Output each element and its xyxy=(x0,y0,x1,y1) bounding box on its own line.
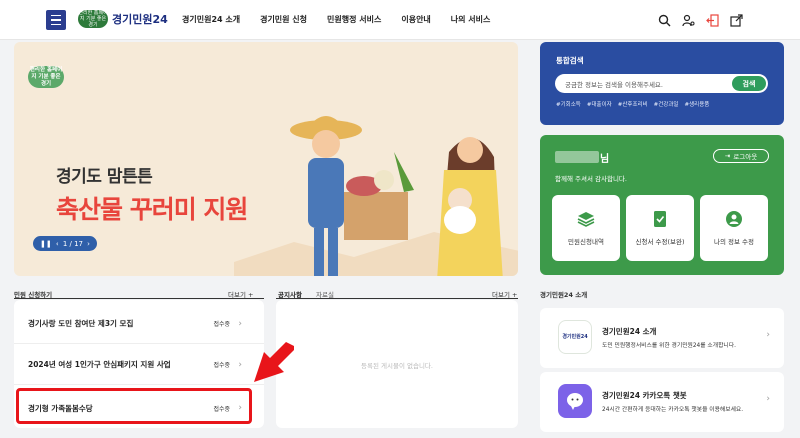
user-settings-icon[interactable] xyxy=(680,12,696,28)
list-item[interactable]: 2024년 여성 1인가구 안심패키지 지원 사업 접수중 › xyxy=(14,345,264,385)
apply-item-title: 경기사랑 도민 참여단 제3기 모집 xyxy=(28,319,134,328)
user-panel: 님 ⇥ 로그아웃 함께해 주셔서 감사합니다. 민원신청내역 신청서 수정(보완… xyxy=(540,135,784,275)
search-tag[interactable]: #산후조리비 xyxy=(618,100,648,108)
nav-item-guide[interactable]: 이용안내 xyxy=(401,14,430,25)
search-tags: #기회소득 #대출이자 #산후조리비 #건강과일 #생리용품 xyxy=(556,100,709,108)
search-placeholder: 궁금한 정보는 검색을 이용해주세요. xyxy=(565,81,663,89)
logo-text: 경기민원24 xyxy=(112,13,168,26)
card-label: 신청서 수정(보완) xyxy=(635,238,685,246)
banner-pager: ❚❚ ‹ 1 / 17 › xyxy=(33,236,97,251)
search-tag[interactable]: #건강과일 xyxy=(654,100,679,108)
nav-item-my[interactable]: 나의 서비스 xyxy=(451,14,491,25)
chevron-right-icon: › xyxy=(238,359,242,370)
banner-subtitle: 경기도 맘튼튼 xyxy=(56,167,153,187)
intro-list: 경기민원24 경기민원24 소개 도민 민원행정서비스를 위한 경기민원24를 … xyxy=(540,300,784,432)
header: 편리한 홈페이지 기분 좋은 경기 경기민원24 경기민원24 소개 경기민원 … xyxy=(0,0,800,40)
chatbot-icon xyxy=(558,384,592,418)
document-check-icon xyxy=(654,211,666,227)
intro-card-about[interactable]: 경기민원24 경기민원24 소개 도민 민원행정서비스를 위한 경기민원24를 … xyxy=(540,308,784,368)
notice-divider xyxy=(276,298,518,299)
search-button[interactable]: 검색 xyxy=(732,76,766,91)
intro-title: 경기민원24 소개 xyxy=(602,327,657,336)
intro-card-chatbot[interactable]: 경기민원24 카카오톡 챗봇 24시간 간편하게 응대하는 카카오톡 챗봇을 이… xyxy=(540,372,784,432)
intro-desc: 24시간 간편하게 응대하는 카카오톡 챗봇을 이용해보세요. xyxy=(602,407,744,413)
search-tag[interactable]: #기회소득 xyxy=(556,100,581,108)
apply-item-title: 2024년 여성 1인가구 안심패키지 지원 사업 xyxy=(28,360,171,369)
search-title: 통합검색 xyxy=(556,56,584,65)
logout-button[interactable]: ⇥ 로그아웃 xyxy=(713,149,769,163)
intro-icon-text: 경기민원24 xyxy=(562,334,588,340)
card-application-history[interactable]: 민원신청내역 xyxy=(552,195,620,261)
logout-label: 로그아웃 xyxy=(733,153,758,161)
page: 편리한 홈페이지 기분 좋은 경기 경기민원24 경기민원24 소개 경기민원 … xyxy=(0,0,800,438)
chevron-right-icon: › xyxy=(238,318,242,329)
card-edit-profile[interactable]: 나의 정보 수정 xyxy=(700,195,768,261)
header-icons xyxy=(656,12,744,28)
user-cards: 민원신청내역 신청서 수정(보완) 나의 정보 수정 xyxy=(552,195,768,261)
chevron-right-icon: › xyxy=(766,330,770,340)
menu-icon[interactable] xyxy=(46,10,66,30)
annotation-arrow-icon xyxy=(254,342,294,382)
nav-item-service[interactable]: 민원행정 서비스 xyxy=(327,14,381,25)
search-input[interactable]: 궁금한 정보는 검색을 이용해주세요. 검색 xyxy=(555,74,768,93)
pause-icon[interactable]: ❚❚ xyxy=(40,240,52,248)
status-badge: 접수중 xyxy=(213,362,230,369)
intro-desc: 도민 민원행정서비스를 위한 경기민원24를 소개합니다. xyxy=(602,343,736,349)
prev-icon[interactable]: ‹ xyxy=(56,240,59,248)
list-item[interactable]: 경기사랑 도민 참여단 제3기 모집 접수중 › xyxy=(14,304,264,344)
intro-section-title: 경기민원24 소개 xyxy=(540,291,588,299)
notice-panel: 등록된 게시물이 없습니다. xyxy=(276,300,518,428)
stack-icon xyxy=(577,212,595,227)
empty-message: 등록된 게시물이 없습니다. xyxy=(361,362,433,370)
banner-title: 축산물 꾸러미 지원 xyxy=(56,195,248,224)
status-badge: 접수중 xyxy=(213,321,230,328)
user-name-suffix: 님 xyxy=(600,154,610,165)
pager-count: 1 / 17 xyxy=(62,239,83,248)
person-icon xyxy=(726,211,742,227)
highlight-box xyxy=(16,388,252,424)
search-tag[interactable]: #생리용품 xyxy=(685,100,710,108)
banner-illustration xyxy=(234,116,518,276)
site-logo[interactable]: 편리한 홈페이지 기분 좋은 경기 경기민원24 xyxy=(78,10,168,28)
site-logo-icon: 경기민원24 xyxy=(558,320,592,354)
nav-item-intro[interactable]: 경기민원24 소개 xyxy=(182,14,240,25)
search-icon[interactable] xyxy=(656,12,672,28)
user-name-blurred xyxy=(555,151,599,163)
card-edit-application[interactable]: 신청서 수정(보완) xyxy=(626,195,694,261)
next-icon[interactable]: › xyxy=(87,240,90,248)
search-tag[interactable]: #대출이자 xyxy=(587,100,612,108)
banner-badge: 편리한 홈페이지 기분 좋은 경기 xyxy=(28,66,64,88)
search-panel: 통합검색 궁금한 정보는 검색을 이용해주세요. 검색 #기회소득 #대출이자 … xyxy=(540,42,784,125)
nav-item-apply[interactable]: 경기민원 신청 xyxy=(260,14,307,25)
share-icon[interactable] xyxy=(728,12,744,28)
thanks-text: 함께해 주셔서 감사합니다. xyxy=(555,175,627,183)
apply-divider xyxy=(14,298,264,299)
main-nav: 경기민원24 소개 경기민원 신청 민원행정 서비스 이용안내 나의 서비스 xyxy=(182,14,490,25)
logo-badge: 편리한 홈페이지 기분 좋은 경기 xyxy=(78,10,108,28)
chevron-right-icon: › xyxy=(766,394,770,404)
intro-title: 경기민원24 카카오톡 챗봇 xyxy=(602,391,687,400)
card-label: 나의 정보 수정 xyxy=(713,238,754,246)
logout-icon[interactable] xyxy=(704,12,720,28)
logout-icon: ⇥ xyxy=(724,152,731,160)
card-label: 민원신청내역 xyxy=(568,238,604,246)
